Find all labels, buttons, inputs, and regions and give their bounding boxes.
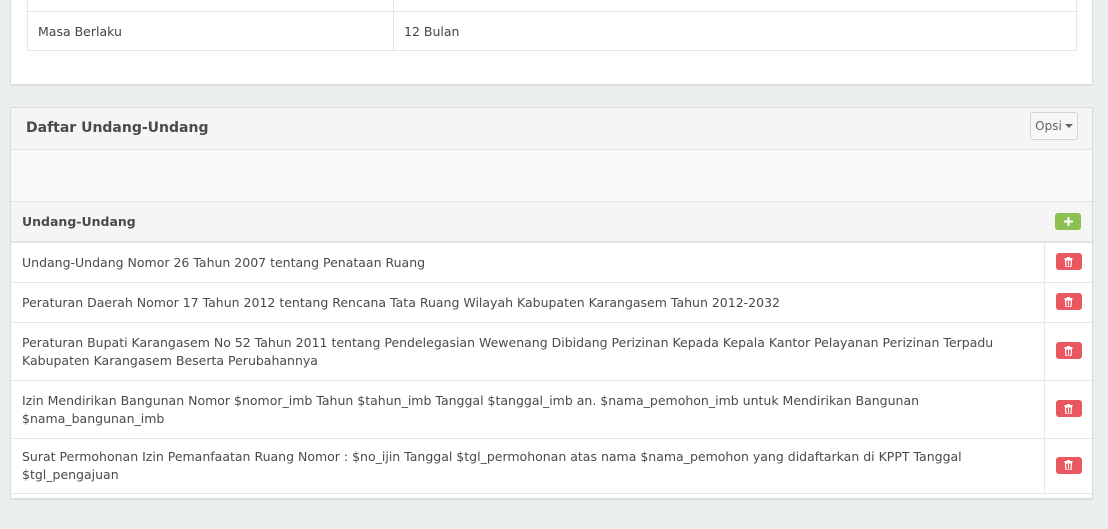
detail-panel: Masa Berlaku 12 Bulan [10,0,1093,85]
law-table: Undang-Undang Undang-Undang Nomor 26 Tah… [11,202,1092,494]
options-label: Opsi [1035,119,1062,133]
table-row: Izin Mendirikan Bangunan Nomor $nomor_im… [11,380,1092,439]
action-cell [1044,380,1092,439]
delete-button[interactable] [1055,293,1082,311]
detail-table: Masa Berlaku 12 Bulan [27,0,1077,51]
law-list-panel: Daftar Undang-Undang Opsi Undang-Undang [10,107,1093,499]
detail-value: 12 Bulan [393,11,1077,51]
delete-button[interactable] [1055,400,1082,418]
delete-button[interactable] [1055,456,1082,474]
caret-down-icon [1064,124,1073,128]
law-item-text: Peraturan Bupati Karangasem No 52 Tahun … [11,322,1045,381]
add-header-cell [1044,202,1092,243]
trash-icon [1064,296,1073,307]
action-cell [1044,438,1092,494]
detail-row: Masa Berlaku 12 Bulan [27,11,1077,51]
delete-button[interactable] [1055,253,1082,271]
table-row: Peraturan Bupati Karangasem No 52 Tahun … [11,322,1092,381]
trash-icon [1064,256,1073,267]
trash-icon [1064,403,1073,414]
table-row: Peraturan Daerah Nomor 17 Tahun 2012 ten… [11,282,1092,323]
detail-label [27,0,394,12]
table-row: Undang-Undang Nomor 26 Tahun 2007 tentan… [11,242,1092,283]
trash-icon [1064,460,1073,471]
add-law-button[interactable] [1055,213,1082,230]
law-item-text: Izin Mendirikan Bangunan Nomor $nomor_im… [11,380,1045,439]
panel-title: Daftar Undang-Undang [26,120,209,136]
panel-toolbar [11,150,1092,202]
detail-label: Masa Berlaku [27,11,394,51]
column-header-undang-undang: Undang-Undang [11,202,1045,243]
action-cell [1044,282,1092,323]
detail-value [393,0,1077,12]
options-button[interactable]: Opsi [1030,112,1078,140]
action-cell [1044,242,1092,283]
delete-button[interactable] [1055,342,1082,360]
law-item-text: Peraturan Daerah Nomor 17 Tahun 2012 ten… [11,282,1045,323]
trash-icon [1064,345,1073,356]
law-item-text: Undang-Undang Nomor 26 Tahun 2007 tentan… [11,242,1045,283]
panel-heading: Daftar Undang-Undang Opsi [11,108,1092,150]
table-row: Surat Permohonan Izin Pemanfaatan Ruang … [11,438,1092,494]
table-header-row: Undang-Undang [11,202,1092,243]
action-cell [1044,322,1092,381]
plus-icon [1063,217,1073,226]
law-item-text: Surat Permohonan Izin Pemanfaatan Ruang … [11,438,1045,494]
detail-row [27,0,1077,12]
